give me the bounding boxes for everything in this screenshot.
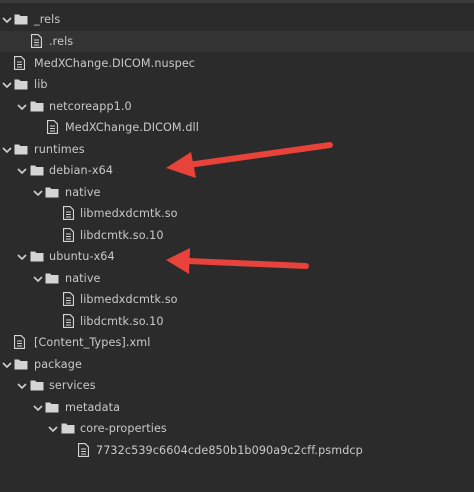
file-icon: [61, 292, 75, 306]
tree-item-label: libmedxdcmtk.so: [80, 293, 178, 306]
folder-icon: [30, 378, 44, 392]
folder-icon: [45, 271, 59, 285]
tree-item-libmedxdcmtk[interactable]: libmedxdcmtk.so: [0, 289, 474, 310]
chevron-down-icon[interactable]: [2, 15, 12, 25]
tree-item-label: debian-x64: [49, 164, 114, 177]
tree-item-package-folder[interactable]: package: [0, 354, 474, 375]
window-top-border: [0, 0, 474, 3]
folder-icon: [30, 163, 44, 177]
tree-item-label: core-properties: [80, 422, 167, 435]
file-icon: [61, 314, 75, 328]
folder-icon: [14, 142, 28, 156]
chevron-down-icon[interactable]: [33, 403, 43, 413]
tree-item-label: services: [49, 379, 96, 392]
tree-item-label: MedXChange.DICOM.nuspec: [34, 57, 196, 70]
tree-item-label: ubuntu-x64: [49, 250, 115, 263]
chevron-down-icon[interactable]: [17, 381, 27, 391]
chevron-down-icon[interactable]: [2, 80, 12, 90]
tree-item-core-properties-folder[interactable]: core-properties: [0, 418, 474, 439]
tree-item-content-types[interactable]: [Content_Types].xml: [0, 332, 474, 353]
chevron-down-icon[interactable]: [48, 424, 58, 434]
tree-item-label: netcoreapp1.0: [49, 100, 132, 113]
chevron-down-icon[interactable]: [2, 360, 12, 370]
tree-item-libdcmtk[interactable]: libdcmtk.so.10: [0, 311, 474, 332]
chevron-down-icon[interactable]: [2, 145, 12, 155]
tree-item-psmdcp[interactable]: 7732c539c6604cde850b1b090a9c2cff.psmdcp: [0, 440, 474, 461]
folder-icon: [30, 99, 44, 113]
folder-icon: [30, 249, 44, 263]
tree-item-lib-folder[interactable]: lib: [0, 74, 474, 95]
file-icon: [45, 120, 59, 134]
folder-icon: [61, 421, 75, 435]
chevron-down-icon[interactable]: [17, 102, 27, 112]
file-icon: [61, 228, 75, 242]
tree-item-metadata-folder[interactable]: metadata: [0, 397, 474, 418]
file-icon: [12, 56, 26, 70]
file-icon: [61, 206, 75, 220]
tree-item-debian-folder[interactable]: debian-x64: [0, 160, 474, 181]
tree-item-label: package: [34, 358, 82, 371]
tree-item-native-folder[interactable]: native: [0, 268, 474, 289]
tree-item-runtimes-folder[interactable]: runtimes: [0, 139, 474, 160]
tree-item-rels-file[interactable]: .rels: [0, 31, 474, 52]
tree-item-label: metadata: [65, 401, 121, 414]
chevron-down-icon[interactable]: [33, 188, 43, 198]
tree-item-label: native: [65, 272, 101, 285]
tree-item-label: MedXChange.DICOM.dll: [65, 121, 199, 134]
folder-icon: [14, 357, 28, 371]
chevron-down-icon[interactable]: [17, 252, 27, 262]
tree-item-services-folder[interactable]: services: [0, 375, 474, 396]
tree-item-nuspec[interactable]: MedXChange.DICOM.nuspec: [0, 53, 474, 74]
tree-item-dll[interactable]: MedXChange.DICOM.dll: [0, 117, 474, 138]
tree-item-libdcmtk[interactable]: libdcmtk.so.10: [0, 225, 474, 246]
tree-item-label: native: [65, 186, 101, 199]
tree-item-libmedxdcmtk[interactable]: libmedxdcmtk.so: [0, 203, 474, 224]
file-icon: [12, 335, 26, 349]
folder-icon: [45, 185, 59, 199]
folder-icon: [14, 12, 28, 26]
tree-item-label: lib: [34, 78, 48, 91]
chevron-down-icon[interactable]: [17, 166, 27, 176]
tree-item-label: 7732c539c6604cde850b1b090a9c2cff.psmdcp: [96, 444, 363, 457]
chevron-down-icon[interactable]: [33, 274, 43, 284]
tree-item-native-folder[interactable]: native: [0, 182, 474, 203]
folder-icon: [45, 400, 59, 414]
tree-item-label: libmedxdcmtk.so: [80, 207, 178, 220]
tree-item-ubuntu-folder[interactable]: ubuntu-x64: [0, 246, 474, 267]
tree-item-label: _rels: [34, 13, 61, 26]
folder-icon: [14, 77, 28, 91]
tree-item-rels-folder[interactable]: _rels: [0, 9, 474, 30]
tree-item-label: [Content_Types].xml: [34, 336, 151, 349]
tree-item-label: libdcmtk.so.10: [80, 315, 164, 328]
file-icon: [29, 34, 43, 48]
tree-item-label: libdcmtk.so.10: [80, 229, 164, 242]
file-icon: [76, 443, 90, 457]
tree-item-label: .rels: [49, 35, 74, 48]
tree-item-netcoreapp-folder[interactable]: netcoreapp1.0: [0, 96, 474, 117]
tree-item-label: runtimes: [34, 143, 85, 156]
